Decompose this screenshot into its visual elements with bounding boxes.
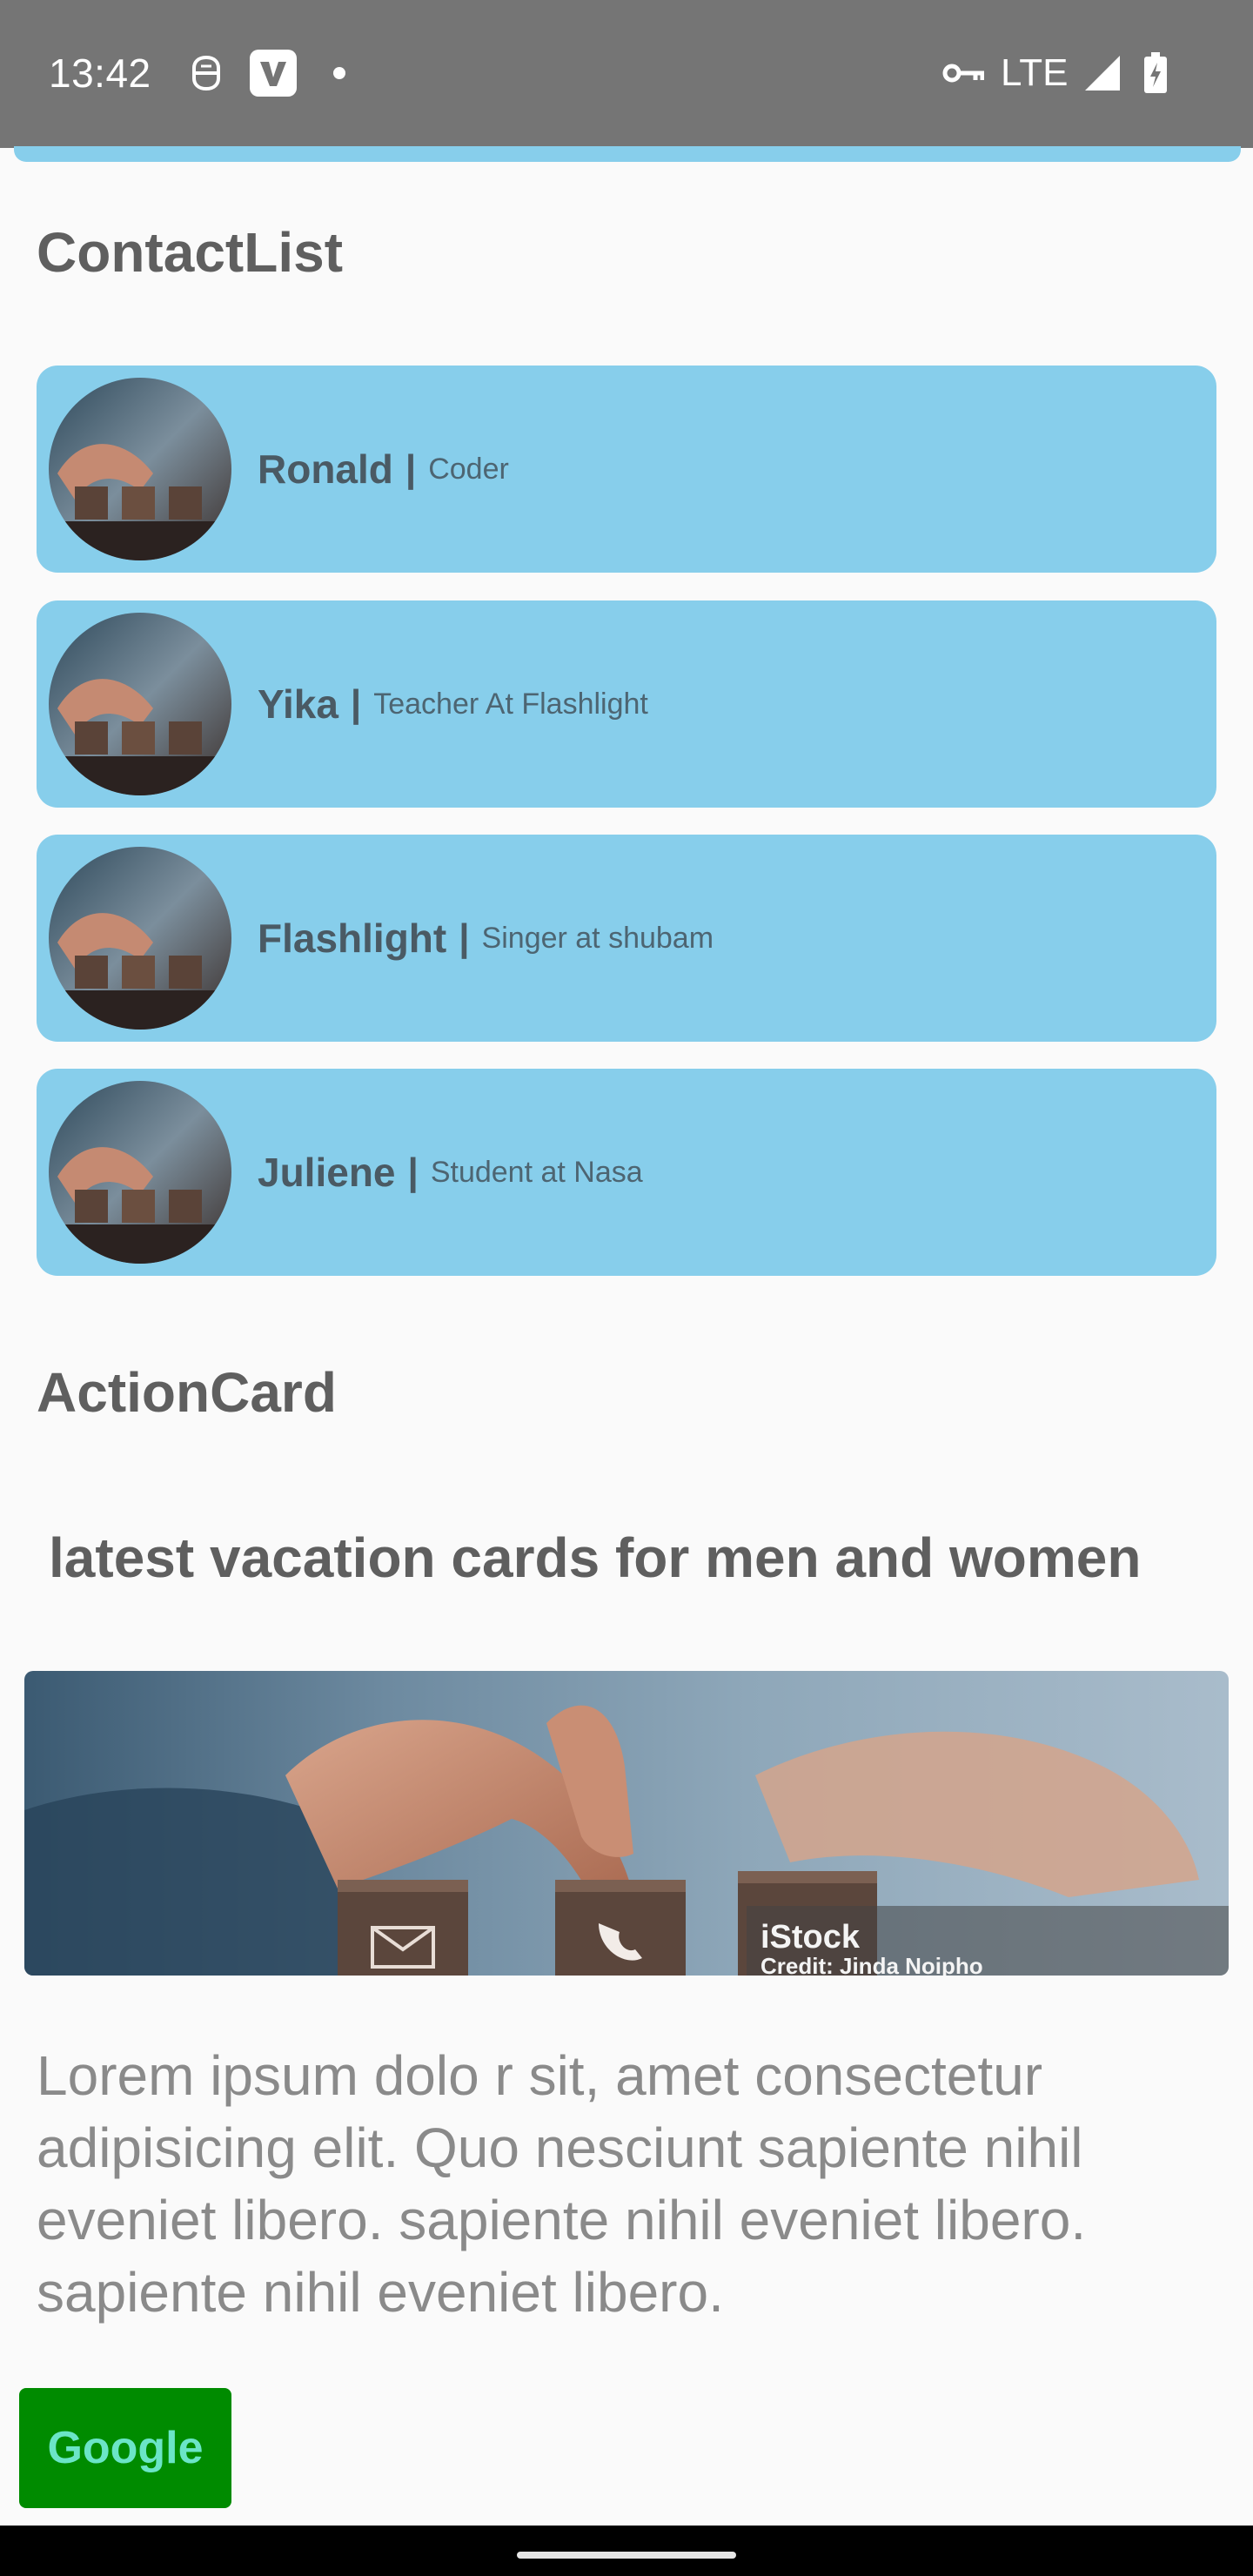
previous-card-edge [14,146,1241,162]
avatar [49,1081,231,1264]
action-card-heading: latest vacation cards for men and women [49,1526,1142,1589]
contact-card[interactable]: Yika | Teacher At Flashlight [37,600,1216,808]
action-card-title: ActionCard [37,1361,337,1424]
avatar [49,847,231,1030]
contact-name: Juliene [258,1150,396,1195]
vpn-icon [186,49,226,97]
contact-name: Ronald [258,446,393,492]
contact-role: Coder [428,452,509,486]
navigation-bar [0,2526,1253,2576]
notification-dot-icon [329,49,350,97]
signal-icon [1082,49,1122,97]
svg-text:iStock: iStock [761,1919,861,1955]
contact-card[interactable]: Ronald | Coder [37,366,1216,573]
network-type: LTE [1001,51,1069,94]
avatar [49,378,231,560]
v-app-icon [249,49,298,97]
avatar [49,613,231,795]
google-button[interactable]: Google [19,2388,231,2508]
action-card-image: iStock Credit: Jinda Noipho [24,1671,1229,1976]
contact-separator: | [459,916,470,959]
contact-separator: | [407,1150,419,1193]
contact-name: Flashlight [258,916,447,961]
home-gesture-handle[interactable] [517,2552,736,2559]
action-card-body: Lorem ipsum dolo r sit, amet consectetur… [37,2044,1087,2324]
contact-separator: | [405,447,417,490]
svg-text:Credit: Jinda Noipho: Credit: Jinda Noipho [761,1953,983,1976]
status-time: 13:42 [49,50,151,96]
contact-role: Student at Nasa [430,1155,643,1189]
vpn-key-icon [941,49,985,97]
contact-name: Yika [258,681,338,727]
contact-card[interactable]: Juliene | Student at Nasa [37,1069,1216,1276]
contact-role: Teacher At Flashlight [373,687,648,721]
contact-role: Singer at shubam [481,921,714,955]
contact-list-title: ContactList [37,221,343,284]
contact-card[interactable]: Flashlight | Singer at shubam [37,835,1216,1042]
contact-separator: | [350,682,362,725]
battery-charging-icon [1142,49,1169,97]
status-bar: 13:42 LTE [0,0,1253,148]
